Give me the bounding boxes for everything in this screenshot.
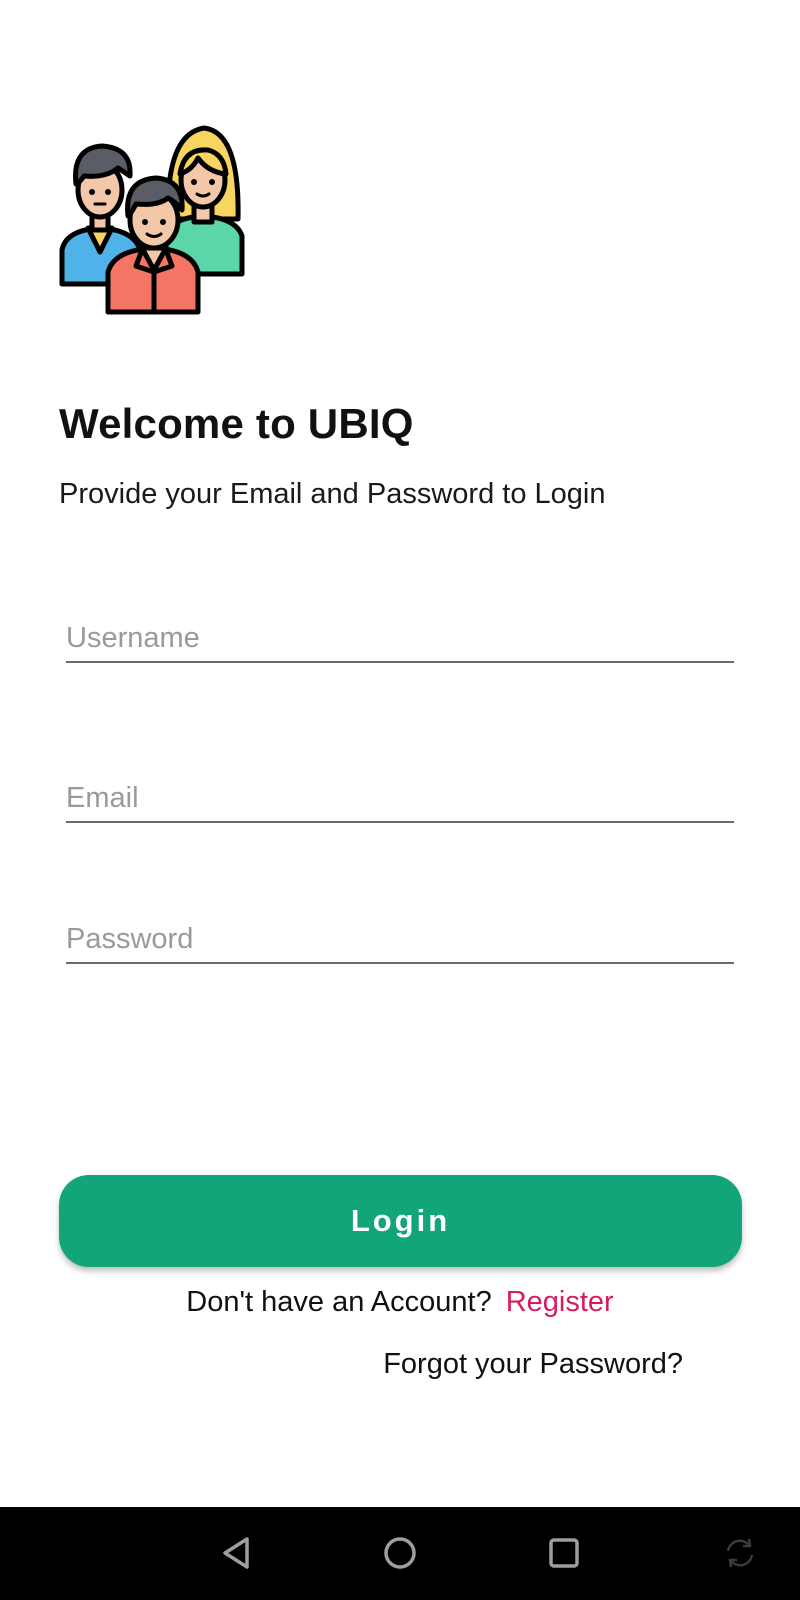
login-screen: Welcome to UBIQ Provide your Email and P… — [0, 0, 800, 1600]
password-field[interactable] — [66, 906, 734, 964]
home-circle-icon[interactable] — [380, 1533, 420, 1573]
email-input[interactable] — [66, 782, 734, 815]
recents-square-icon[interactable] — [544, 1533, 584, 1573]
rotate-icon[interactable] — [720, 1533, 760, 1573]
page-subtitle: Provide your Email and Password to Login — [59, 478, 606, 510]
register-row: Don't have an Account? Register — [0, 1286, 800, 1319]
people-group-icon — [59, 125, 245, 315]
system-nav-bar — [0, 1507, 800, 1600]
back-triangle-icon[interactable] — [217, 1533, 257, 1573]
email-field[interactable] — [66, 765, 734, 823]
login-button[interactable]: Login — [59, 1175, 742, 1267]
password-input[interactable] — [66, 923, 734, 956]
forgot-password-link[interactable]: Forgot your Password? — [383, 1348, 683, 1381]
page-title: Welcome to UBIQ — [59, 400, 414, 447]
register-link[interactable]: Register — [506, 1286, 614, 1318]
username-field[interactable] — [66, 605, 734, 663]
register-prompt: Don't have an Account? — [186, 1286, 492, 1318]
username-input[interactable] — [66, 622, 734, 655]
